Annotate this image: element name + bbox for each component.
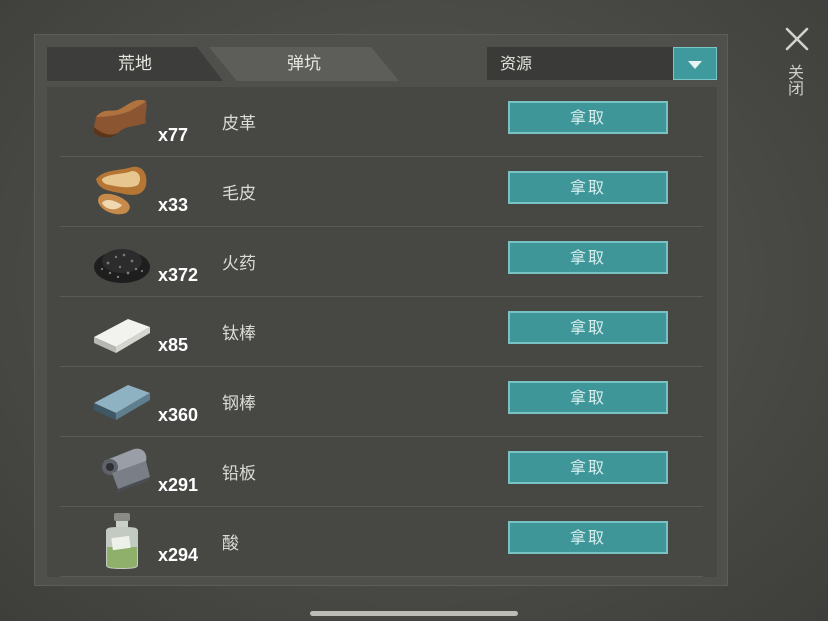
list-item: x77 皮革 拿取 [60,87,703,157]
list-item: x291 铅板 拿取 [60,437,703,507]
item-count: x294 [158,545,199,565]
item-name: 钢棒 [222,394,256,414]
item-count: x291 [158,475,199,495]
category-dropdown-value: 资源 [500,54,533,73]
acid-bottle-icon [106,513,138,569]
item-name: 毛皮 [222,184,256,204]
list-item: x33 毛皮 拿取 [60,157,703,227]
fur-icon [96,166,147,215]
close-icon[interactable] [784,26,810,52]
take-button[interactable]: 拿取 [508,521,668,554]
item-name: 钛棒 [222,324,256,344]
lead-sheet-icon [102,448,150,493]
list-item: x360 钢棒 拿取 [60,367,703,437]
tab-crater-label: 弹坑 [287,54,321,74]
take-button[interactable]: 拿取 [508,171,668,204]
titanium-bar-icon [94,319,150,353]
leather-icon [94,99,147,138]
tab-wasteland-label: 荒地 [118,54,152,74]
take-button[interactable]: 拿取 [508,451,668,484]
item-count: x372 [158,265,199,285]
item-name: 火药 [222,254,256,274]
item-count: x85 [158,335,189,355]
chevron-down-icon [688,61,702,69]
loot-panel: 荒地 弹坑 资源 x77 皮革 拿取 x33 毛皮 拿取 x372 火药 拿取 … [34,34,728,586]
take-button[interactable]: 拿取 [508,241,668,274]
location-tabs: 荒地 弹坑 [47,47,407,81]
close-button-label[interactable]: 关闭 [785,64,806,96]
tab-wasteland[interactable]: 荒地 [47,47,223,81]
item-count: x77 [158,125,189,145]
dropdown-toggle-button[interactable] [673,47,717,80]
home-indicator[interactable] [310,611,518,616]
item-name: 酸 [222,534,239,554]
item-name: 皮革 [222,114,256,134]
list-item: x294 酸 拿取 [60,507,703,577]
take-button[interactable]: 拿取 [508,381,668,414]
gunpowder-icon [94,249,150,283]
item-name: 铅板 [222,464,256,484]
tab-crater[interactable]: 弹坑 [209,47,399,81]
list-item: x372 火药 拿取 [60,227,703,297]
list-item: x85 钛棒 拿取 [60,297,703,367]
steel-bar-icon [94,385,150,420]
item-list[interactable]: x77 皮革 拿取 x33 毛皮 拿取 x372 火药 拿取 x85 钛棒 拿取… [47,87,717,577]
item-count: x33 [158,195,189,215]
item-count: x360 [158,405,199,425]
category-dropdown[interactable]: 资源 [487,47,717,80]
take-button[interactable]: 拿取 [508,101,668,134]
take-button[interactable]: 拿取 [508,311,668,344]
